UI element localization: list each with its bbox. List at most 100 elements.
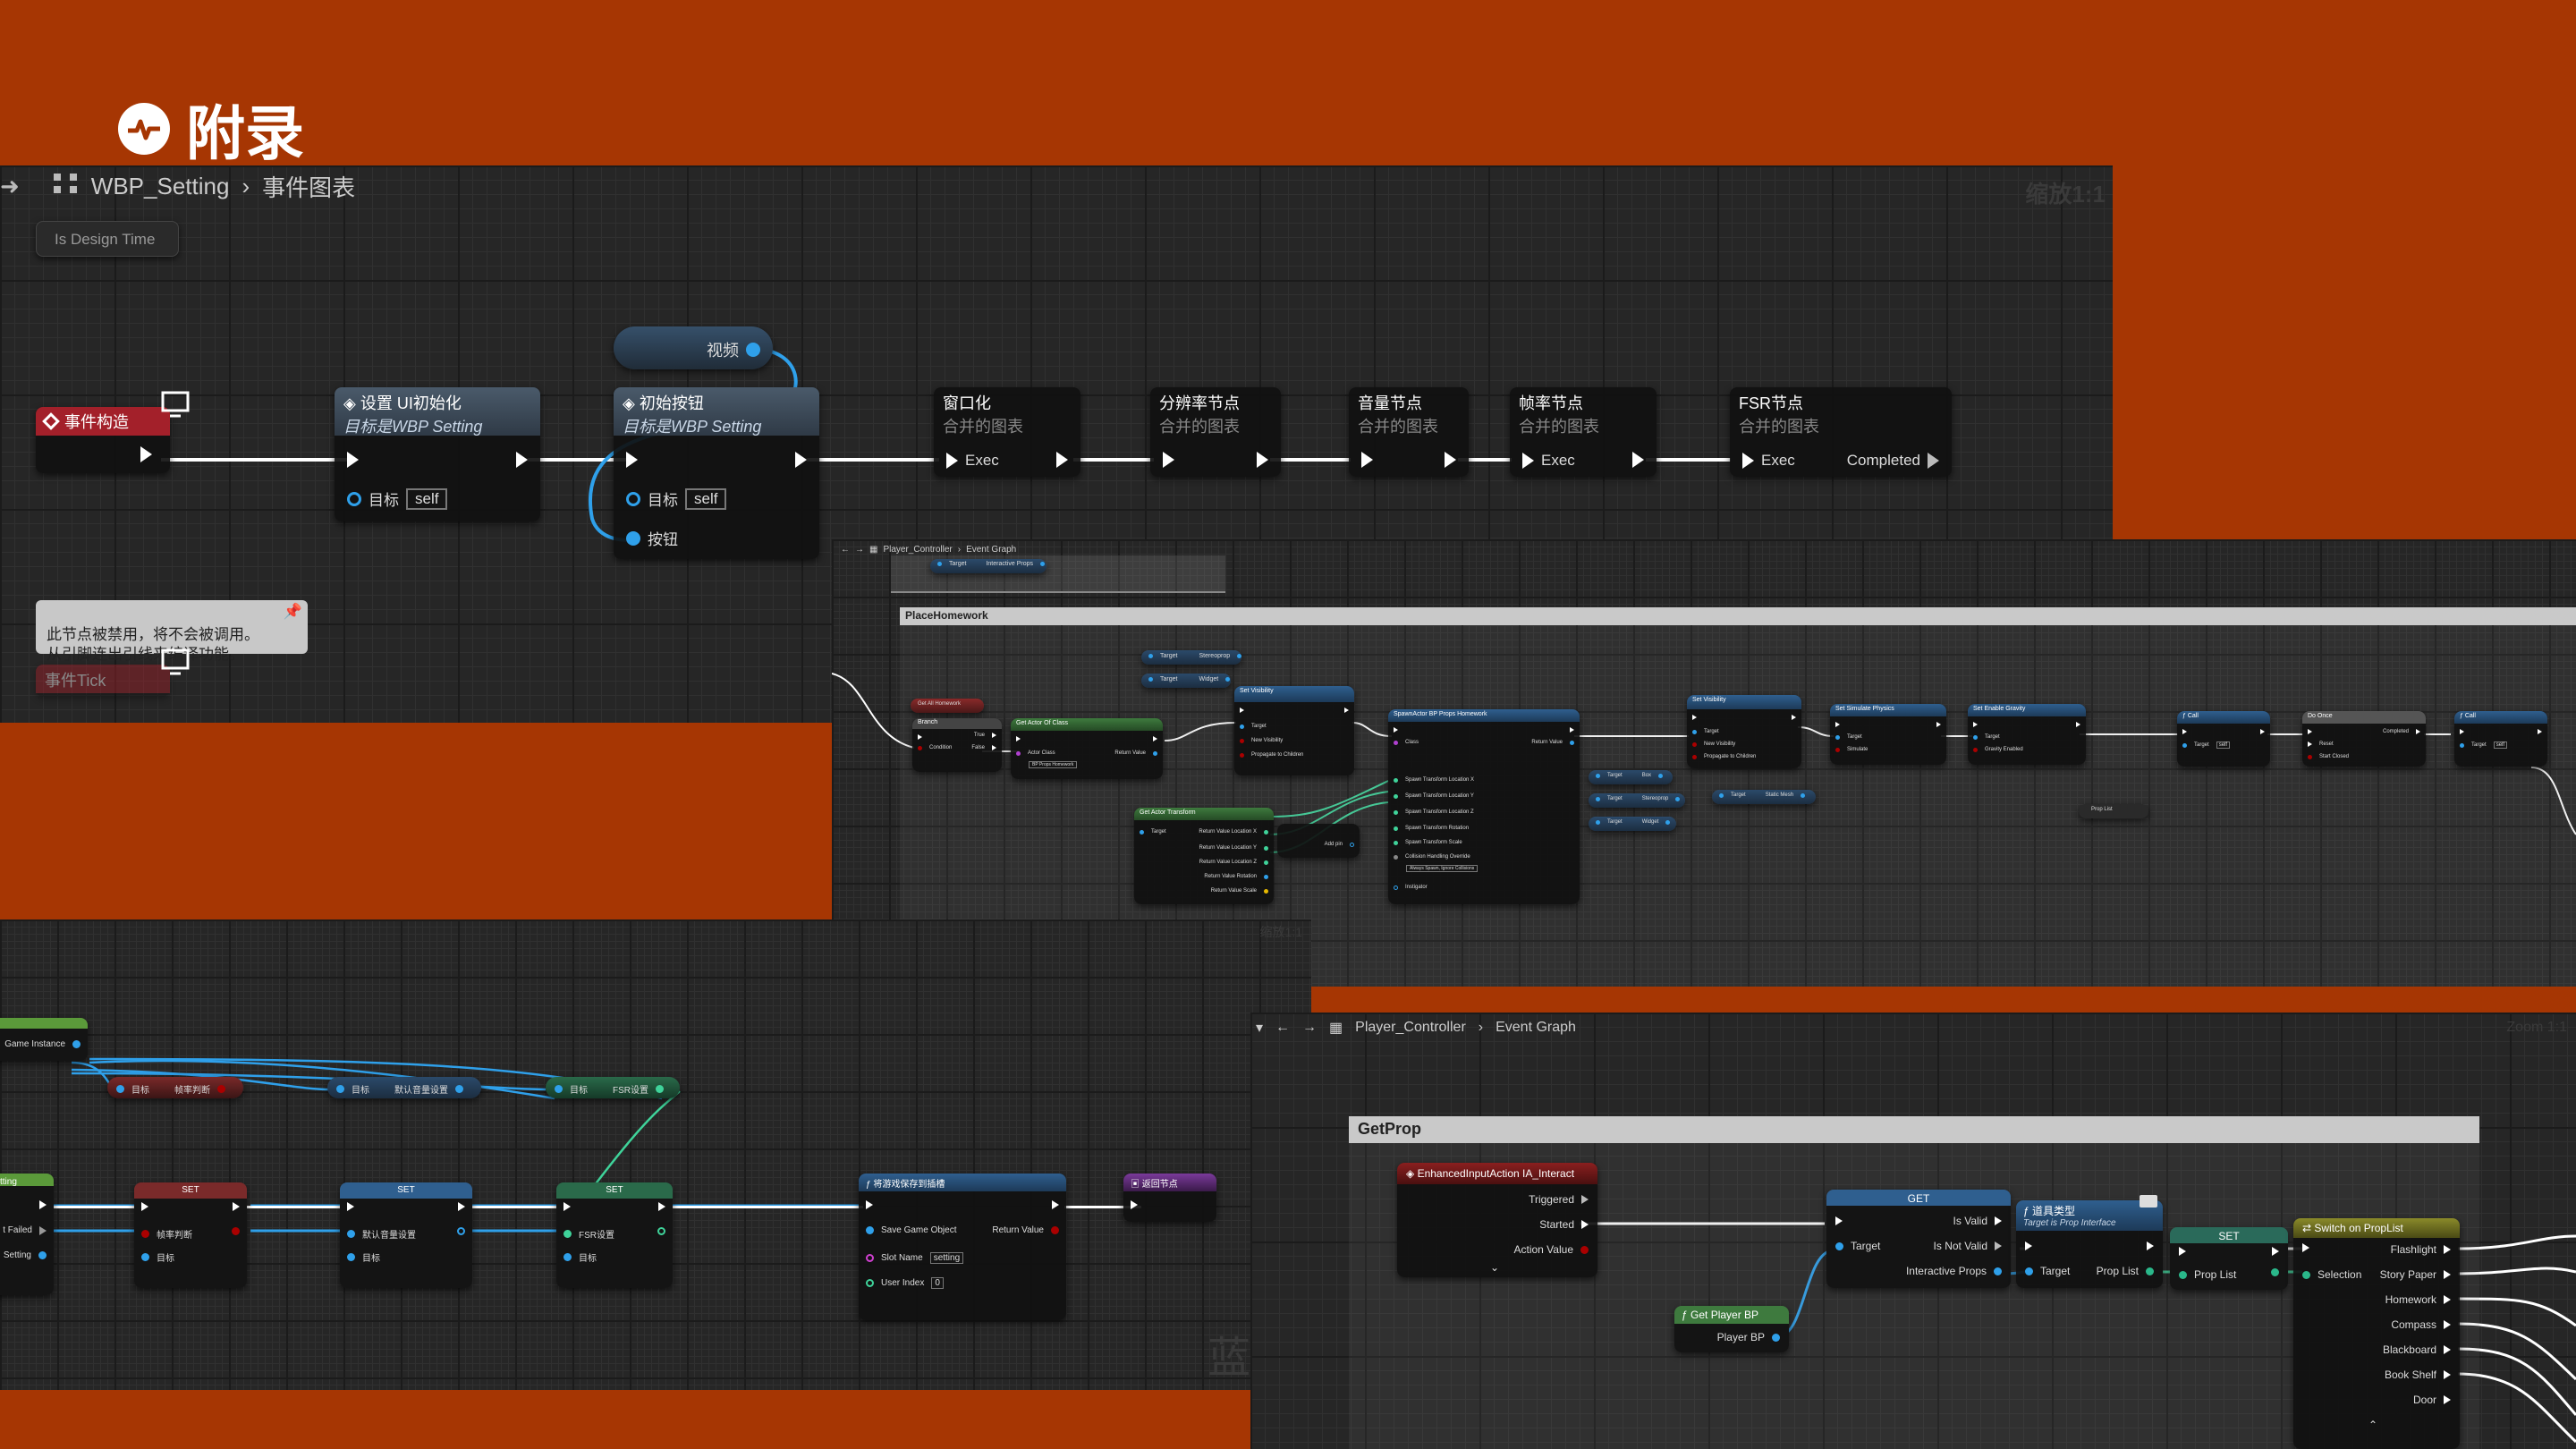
is-design-time-node[interactable]: Is Design Time bbox=[36, 221, 179, 257]
screenshot-get-prop: ▾ ← → ▦ Player_Controller › Event Graph … bbox=[1250, 1013, 2576, 1449]
back-arrow-icon[interactable]: ← bbox=[1275, 1020, 1290, 1036]
back-arrow-icon[interactable]: ➜ bbox=[0, 173, 20, 200]
function-icon: ◈ bbox=[343, 394, 356, 412]
exec-in-pin[interactable] bbox=[1742, 453, 1754, 469]
breadcrumb-root[interactable]: WBP_Setting bbox=[91, 173, 230, 200]
framerate-node[interactable]: 帧率节点 合并的图表 Exec bbox=[1510, 387, 1657, 477]
event-tick-title: 事件Tick bbox=[45, 672, 106, 690]
volume-node[interactable]: 音量节点 合并的图表 bbox=[1349, 387, 1469, 477]
exec-out-pin[interactable] bbox=[795, 452, 807, 468]
exec-out-pin[interactable] bbox=[1056, 452, 1068, 468]
exec-in-pin[interactable] bbox=[1522, 453, 1534, 469]
exec-out-pin[interactable] bbox=[140, 446, 152, 462]
target-self-field[interactable]: self bbox=[406, 487, 448, 510]
breadcrumb-current: Event Graph bbox=[966, 544, 1017, 555]
game-instance-node[interactable]: Game Instance bbox=[0, 1018, 88, 1061]
event-construct-node[interactable]: 事件构造 bbox=[36, 407, 170, 473]
expand-chevron-icon[interactable]: ⌄ bbox=[1490, 1261, 1499, 1274]
prop-type-node[interactable]: ƒ 道具类型 Target is Prop Interface Target Pr… bbox=[2016, 1195, 2163, 1288]
fsr-node[interactable]: FSR节点 合并的图表 Exec Completed bbox=[1730, 387, 1952, 477]
exec-in-pin[interactable] bbox=[626, 452, 638, 468]
exec-out-pin[interactable] bbox=[1445, 452, 1456, 468]
target-getter-node[interactable]: Target Interactive Props bbox=[930, 559, 1046, 573]
set-enable-gravity-node[interactable]: Set Enable Gravity Target Gravity Enable… bbox=[1968, 704, 2086, 765]
get-actor-of-class-node[interactable]: Get Actor Of Class Actor Class Return Va… bbox=[1011, 718, 1163, 779]
page-title: 附录 bbox=[118, 86, 304, 172]
exec-in-pin[interactable] bbox=[1163, 452, 1174, 468]
collapse-chevron-icon[interactable]: ⌃ bbox=[2368, 1419, 2377, 1431]
slot-name-field[interactable]: setting bbox=[929, 1252, 964, 1264]
call-interface-node[interactable]: ƒ Call Target self bbox=[2177, 711, 2270, 767]
breadcrumb-root[interactable]: Player_Controller bbox=[1355, 1020, 1466, 1036]
user-index-field[interactable]: 0 bbox=[931, 1277, 944, 1289]
set-volume-node[interactable]: SET 默认音量设置 目标 bbox=[340, 1182, 472, 1288]
graph-icon bbox=[52, 172, 79, 201]
do-once-node[interactable]: Do Once Completed Reset Start Closed bbox=[2302, 711, 2426, 767]
resolution-node[interactable]: 分辨率节点 合并的图表 bbox=[1150, 387, 1281, 477]
spawn-actor-node[interactable]: SpawnActor BP Props Homework Class Retur… bbox=[1388, 709, 1580, 904]
screenshot-save-settings: 缩放1:1 Game Instance 目标 帧率判断 目标 默认音量设置 目标 FS… bbox=[0, 919, 1311, 1390]
target-pin[interactable] bbox=[347, 491, 361, 506]
breadcrumb-root[interactable]: Player_Controller bbox=[883, 545, 952, 555]
set-framerate-node[interactable]: SET 帧率判断 目标 bbox=[134, 1182, 247, 1288]
window-mode-node[interactable]: 窗口化 合并的图表 Exec bbox=[934, 387, 1080, 477]
set-visibility-node[interactable]: Set Visibility Target New Visibility Pro… bbox=[1234, 686, 1354, 775]
set-simulate-physics-node[interactable]: Set Simulate Physics Target Simulate bbox=[1830, 704, 1946, 765]
exec-in-pin[interactable] bbox=[946, 453, 958, 469]
comment-place-homework: PlaceHomework bbox=[900, 607, 2576, 625]
monitor-icon bbox=[157, 647, 193, 682]
init-button-node[interactable]: ◈ 初始按钮 目标是WBP Setting 目标 self 按钮 bbox=[614, 387, 819, 559]
target-widget-node-2[interactable]: Target Widget bbox=[1589, 817, 1676, 831]
video-out-pin[interactable] bbox=[746, 343, 760, 357]
completed-out-pin[interactable] bbox=[1928, 453, 1939, 469]
set-ui-init-node[interactable]: ◈ 设置 UI初始化 目标是WBP Setting 目标 self bbox=[335, 387, 540, 521]
forward-arrow-icon[interactable]: → bbox=[855, 545, 864, 555]
set-fsr-node[interactable]: SET FSR设置 目标 bbox=[556, 1182, 673, 1288]
exec-out-pin[interactable] bbox=[1257, 452, 1268, 468]
enhanced-input-action-node[interactable]: ◈ EnhancedInputAction IA_Interact Trigge… bbox=[1397, 1163, 1597, 1277]
target-static-mesh-node[interactable]: Target Static Mesh bbox=[1712, 790, 1816, 804]
get-actor-transform-node[interactable]: Get Actor Transform Target Return Value … bbox=[1134, 808, 1274, 904]
get-all-homework-node[interactable]: Get All Homework bbox=[911, 699, 984, 713]
exec-in-pin[interactable] bbox=[347, 452, 359, 468]
set-visibility-node-2[interactable]: Set Visibility Target New Visibility Pro… bbox=[1687, 695, 1801, 768]
button-pin[interactable] bbox=[626, 530, 640, 546]
target-widget-node[interactable]: Target Widget bbox=[1141, 674, 1231, 688]
target-framerate-getter[interactable]: 目标 帧率判断 bbox=[107, 1077, 243, 1098]
call-interface-node-2[interactable]: ƒ Call Target self bbox=[2454, 711, 2547, 767]
breadcrumb: ➜ WBP_Setting › 事件图表 bbox=[0, 172, 355, 201]
dropdown-icon[interactable]: ▾ bbox=[1256, 1019, 1263, 1037]
switch-on-prop-list-node[interactable]: ⇄ Switch on PropList Flashlight Selectio… bbox=[2293, 1218, 2460, 1449]
back-arrow-icon[interactable]: ← bbox=[841, 545, 850, 555]
get-player-bp-node[interactable]: ƒ Get Player BP Player BP bbox=[1674, 1306, 1789, 1352]
breadcrumb-current: Event Graph bbox=[1496, 1020, 1576, 1035]
save-game-to-slot-node[interactable]: ƒ 将游戏保存到插槽 Save Game Object Return Value… bbox=[859, 1174, 1066, 1320]
breadcrumb: ▾ ← → ▦ Player_Controller › Event Graph bbox=[1256, 1018, 1576, 1038]
return-node[interactable]: ▣ 返回节点 bbox=[1123, 1174, 1216, 1222]
function-icon: ◈ bbox=[623, 394, 635, 412]
get-interactive-props-node[interactable]: GET Is Valid Target Is Not Valid Interac… bbox=[1826, 1190, 2011, 1288]
target-volume-getter[interactable]: 目标 默认音量设置 bbox=[327, 1077, 481, 1098]
target-box-node[interactable]: Target Box bbox=[1589, 770, 1673, 784]
set-prop-list-node[interactable]: SET Prop List bbox=[2170, 1227, 2288, 1290]
exec-out-pin[interactable] bbox=[1632, 452, 1644, 468]
watermark-text: 蓝 bbox=[1208, 1335, 1251, 1382]
target-stereoprop-node[interactable]: Target Stereoprop bbox=[1141, 650, 1242, 665]
target-stereoprop-node-2[interactable]: Target Stereoprop bbox=[1589, 793, 1685, 808]
exec-out-pin[interactable] bbox=[516, 452, 528, 468]
add-node[interactable]: Add pin bbox=[1277, 824, 1360, 858]
target-self-field[interactable]: self bbox=[685, 487, 727, 510]
disabled-node-note: 此节点被禁用，将不会被调用。 从引脚连出引线来编译功能。 📌 bbox=[36, 600, 308, 663]
video-variable-node[interactable]: 视频 bbox=[614, 326, 773, 369]
branch-node[interactable]: Branch True Condition False bbox=[912, 718, 1002, 772]
pin-icon: 📌 bbox=[283, 603, 302, 620]
event-tick-node[interactable]: 事件Tick bbox=[36, 665, 170, 697]
event-construct-title: 事件构造 bbox=[64, 413, 129, 431]
forward-arrow-icon[interactable]: → bbox=[1302, 1020, 1317, 1036]
target-fsr-getter[interactable]: 目标 FSR设置 bbox=[546, 1077, 680, 1098]
exec-in-pin[interactable] bbox=[1361, 452, 1373, 468]
set-left-node[interactable]: tting t Failed Setting bbox=[0, 1174, 54, 1295]
target-pin[interactable] bbox=[626, 491, 640, 506]
prop-list-node[interactable]: Prop List bbox=[2079, 804, 2148, 818]
interface-icon bbox=[2140, 1195, 2157, 1208]
